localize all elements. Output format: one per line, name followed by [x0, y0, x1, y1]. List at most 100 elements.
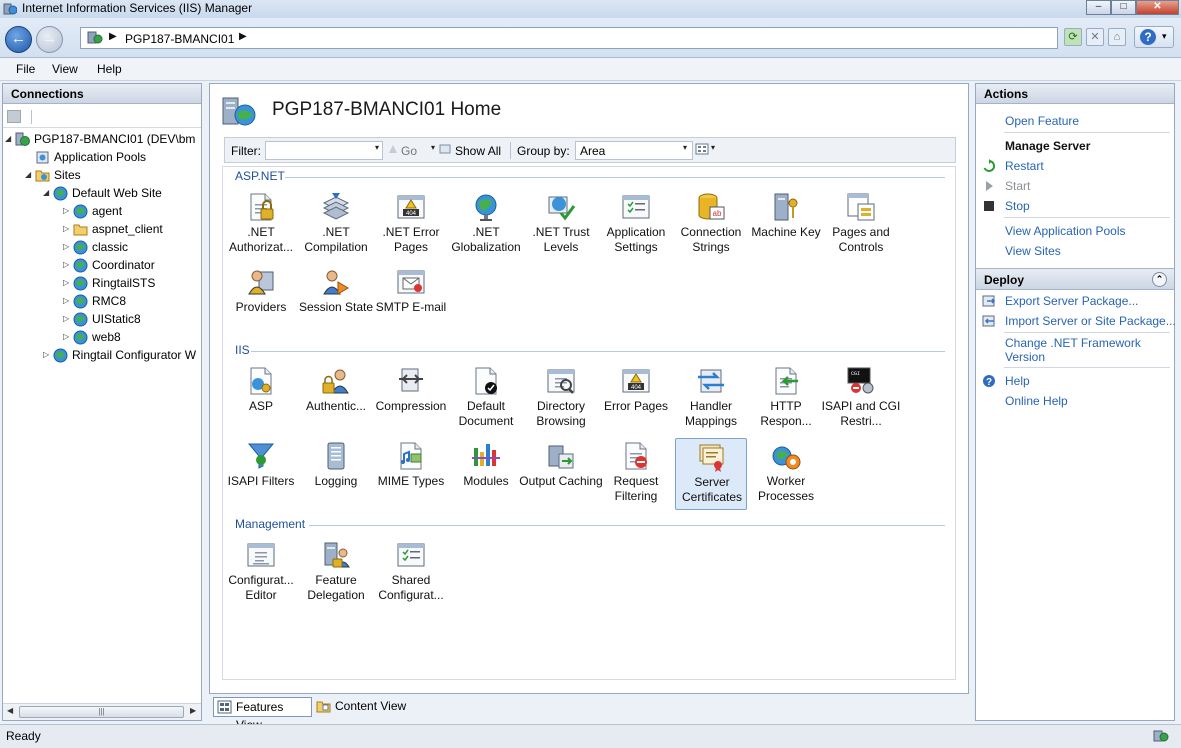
group-by-dropdown-icon[interactable]: ▾ — [683, 143, 687, 152]
feature-directory-browsing[interactable]: Directory Browsing — [525, 363, 597, 435]
close-button[interactable]: ✕ — [1136, 0, 1179, 15]
view-sites-link[interactable]: View Sites — [1005, 244, 1061, 258]
help-link[interactable]: Help — [1005, 374, 1030, 388]
tree-node[interactable]: ◢ PGP187-BMANCI01 (DEV\bm — [3, 130, 201, 148]
tree-expander-icon[interactable]: ▷ — [43, 346, 53, 364]
tree-expander-icon[interactable]: ◢ — [5, 130, 15, 148]
breadcrumb-separator-icon[interactable]: ▶ — [239, 31, 247, 42]
feature-modules[interactable]: Modules — [450, 438, 522, 510]
tree-node[interactable]: ▷ Coordinator — [3, 256, 201, 274]
content-view-tab[interactable]: Content View — [313, 697, 413, 717]
tree-expander-icon[interactable]: ▷ — [63, 256, 73, 274]
tree-node[interactable]: ▷ classic — [3, 238, 201, 256]
collapse-icon[interactable]: ⌃ — [1152, 272, 1167, 287]
feature-session-state[interactable]: Session State — [299, 264, 373, 336]
back-button[interactable]: ← — [5, 26, 32, 53]
address-bar[interactable]: ▶ PGP187-BMANCI01 ▶ — [80, 27, 1058, 49]
scroll-left-icon[interactable]: ◀ — [7, 706, 13, 715]
view-application-pools-link[interactable]: View Application Pools — [1005, 224, 1126, 238]
menu-help[interactable]: Help — [97, 62, 122, 76]
tree-expander-icon[interactable]: ▷ — [63, 274, 73, 292]
feature-configuration-editor[interactable]: Configurat... Editor — [225, 537, 297, 609]
deploy-header[interactable]: Deploy ⌃ — [976, 268, 1174, 290]
restart-link[interactable]: Restart — [1005, 159, 1044, 173]
tree-node[interactable]: ◢ Sites — [3, 166, 201, 184]
feature-http-response[interactable]: HTTP Respon... — [750, 363, 822, 435]
online-help-link[interactable]: Online Help — [1005, 394, 1068, 408]
feature-shared-configuration[interactable]: Shared Configurat... — [375, 537, 447, 609]
start-link[interactable]: Start — [1005, 179, 1030, 193]
tree-expander-icon[interactable]: ◢ — [25, 166, 35, 184]
menu-file[interactable]: File — [16, 62, 35, 76]
feature-feature-delegation[interactable]: Feature Delegation — [300, 537, 372, 609]
export-server-package-link[interactable]: Export Server Package... — [1005, 294, 1138, 308]
tree-expander-icon[interactable]: ▷ — [63, 310, 73, 328]
feature-output-caching[interactable]: Output Caching — [519, 438, 603, 510]
change-net-framework-link[interactable]: Change .NET Framework Version — [1005, 336, 1141, 364]
home-icon[interactable]: ⌂ — [1108, 28, 1126, 46]
feature-providers[interactable]: Providers — [225, 264, 297, 336]
feature-machine-key[interactable]: Machine Key — [750, 189, 822, 261]
open-feature-link[interactable]: Open Feature — [1005, 114, 1079, 128]
feature-error-pages[interactable]: 404 Error Pages — [600, 363, 672, 435]
feature-isapi-cgi[interactable]: CGI ISAPI and CGI Restri... — [822, 363, 900, 435]
feature-worker-processes[interactable]: Worker Processes — [750, 438, 822, 510]
scroll-right-icon[interactable]: ▶ — [190, 706, 196, 715]
refresh-icon[interactable]: ⟳ — [1064, 28, 1082, 46]
tree-expander-icon[interactable]: ▷ — [63, 292, 73, 310]
feature-default-document[interactable]: Default Document — [450, 363, 522, 435]
tree-node[interactable]: ▷ UIStatic8 — [3, 310, 201, 328]
filter-input[interactable] — [265, 141, 383, 160]
feature-net-authorization[interactable]: .NET Authorizat... — [225, 189, 297, 261]
tree-node[interactable]: ▷ RingtailSTS — [3, 274, 201, 292]
feature-pages-controls[interactable]: Pages and Controls — [825, 189, 897, 261]
tree-node[interactable]: ▷ web8 — [3, 328, 201, 346]
help-button[interactable]: ? ▾ — [1134, 26, 1174, 48]
stop-nav-icon[interactable]: ✕ — [1086, 28, 1104, 46]
feature-smtp-email[interactable]: SMTP E-mail — [375, 264, 447, 336]
feature-connection-strings[interactable]: ab Connection Strings — [675, 189, 747, 261]
feature-application-settings[interactable]: Application Settings — [600, 189, 672, 261]
tree-expander-icon[interactable]: ▷ — [63, 328, 73, 346]
tree-expander-icon[interactable]: ▷ — [63, 220, 73, 238]
feature-isapi-filters[interactable]: ISAPI Filters — [225, 438, 297, 510]
scrollbar-thumb[interactable]: ||| — [19, 706, 184, 718]
tree-node[interactable]: ▷ agent — [3, 202, 201, 220]
features-view-tab[interactable]: Features View — [213, 697, 312, 732]
feature-compression[interactable]: Compression — [375, 363, 447, 435]
feature-mime-types[interactable]: MIME Types — [375, 438, 447, 510]
group-by-select[interactable]: Area — [575, 141, 693, 160]
stop-link[interactable]: Stop — [1005, 199, 1030, 213]
tree-node[interactable]: ▷ aspnet_client — [3, 220, 201, 238]
tree-expander-icon[interactable]: ◢ — [43, 184, 53, 202]
forward-button[interactable]: → — [36, 26, 63, 53]
tree-node[interactable]: ▷ RMC8 — [3, 292, 201, 310]
feature-logging[interactable]: Logging — [300, 438, 372, 510]
tree-expander-icon[interactable]: ▷ — [63, 202, 73, 220]
go-dropdown-icon[interactable]: ▾ — [431, 143, 435, 152]
horizontal-scrollbar[interactable]: ◀ ||| ▶ — [3, 703, 201, 720]
feature-asp[interactable]: ASP — [225, 363, 297, 435]
show-all-button[interactable]: Show All — [455, 144, 501, 158]
feature-server-certificates[interactable]: Server Certificates — [675, 438, 747, 510]
view-mode-dropdown-icon[interactable]: ▾ — [711, 143, 715, 152]
tree-node[interactable]: ▷ Ringtail Configurator W — [3, 346, 201, 364]
feature-net-error-pages[interactable]: 404 .NET Error Pages — [375, 189, 447, 261]
feature-handler-mappings[interactable]: Handler Mappings — [675, 363, 747, 435]
breadcrumb-server[interactable]: PGP187-BMANCI01 — [125, 32, 234, 46]
tree-node[interactable]: Application Pools — [3, 148, 201, 166]
filter-dropdown-icon[interactable]: ▾ — [375, 143, 379, 152]
connect-icon[interactable] — [7, 110, 21, 123]
feature-net-globalization[interactable]: .NET Globalization — [450, 189, 522, 261]
menu-view[interactable]: View — [52, 62, 78, 76]
go-button[interactable]: Go — [401, 144, 417, 158]
maximize-button[interactable]: □ — [1111, 0, 1136, 15]
feature-net-compilation[interactable]: .NET Compilation — [300, 189, 372, 261]
feature-request-filtering[interactable]: Request Filtering — [600, 438, 672, 510]
feature-net-trust-levels[interactable]: .NET Trust Levels — [525, 189, 597, 261]
minimize-button[interactable]: – — [1086, 0, 1111, 15]
view-mode-icon[interactable] — [695, 143, 709, 155]
import-package-link[interactable]: Import Server or Site Package... — [1005, 314, 1176, 328]
feature-authentication[interactable]: Authentic... — [300, 363, 372, 435]
tree-node[interactable]: ◢ Default Web Site — [3, 184, 201, 202]
